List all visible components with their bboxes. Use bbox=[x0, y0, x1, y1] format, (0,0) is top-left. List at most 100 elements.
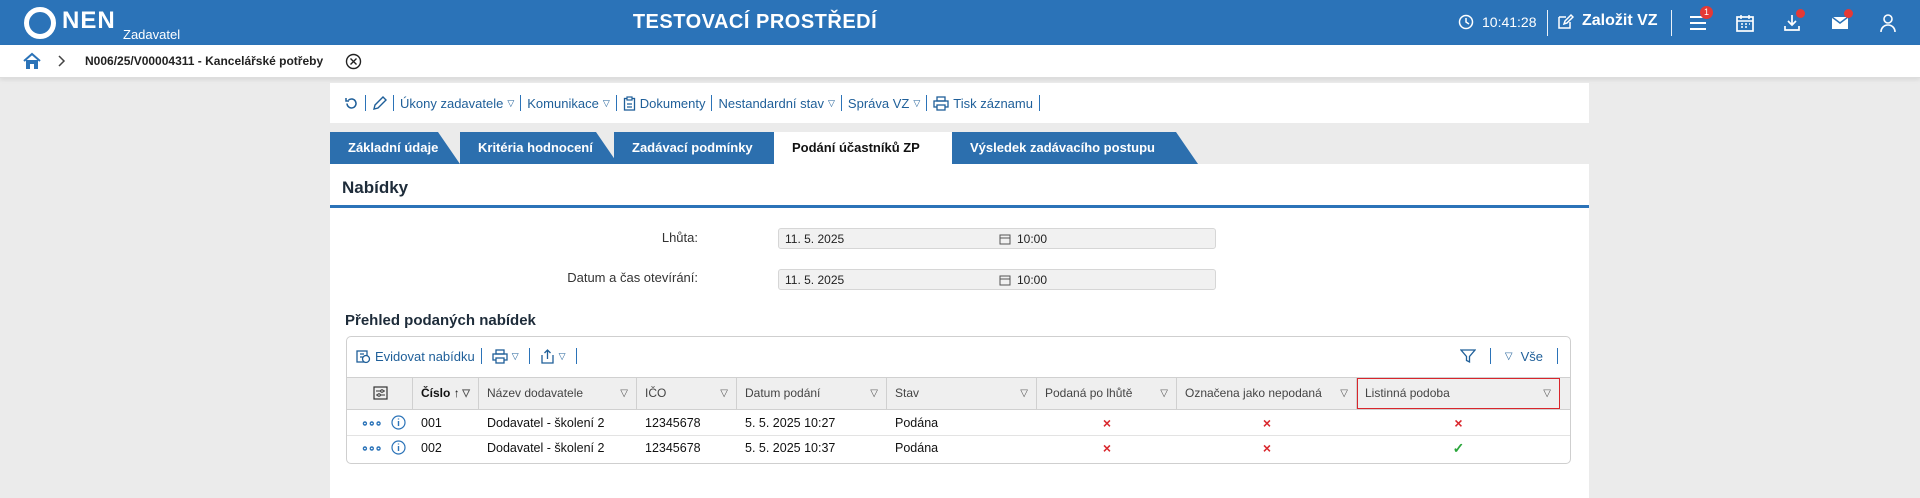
chevron-right-icon bbox=[58, 55, 66, 70]
column-header-cislo[interactable]: Číslo ↑ ▽ bbox=[413, 378, 479, 409]
create-vz-button[interactable]: Založit VZ bbox=[1557, 12, 1658, 30]
tab-zakladni-udaje[interactable]: Základní údaje bbox=[330, 132, 460, 164]
register-icon bbox=[356, 350, 371, 364]
column-header-nazev[interactable]: Název dodavatele ▽ bbox=[479, 378, 637, 409]
grid-filter-controls: ▽ Vše bbox=[1459, 348, 1564, 364]
filter-arrow-icon[interactable]: ▽ bbox=[620, 378, 628, 409]
cross-icon: × bbox=[1262, 415, 1272, 431]
toolbar-divider bbox=[1038, 95, 1040, 111]
toolbar-label: Úkony zadavatele bbox=[400, 95, 504, 111]
cell-nazev: Dodavatel - školení 2 bbox=[487, 416, 605, 430]
dropdown-arrow-icon: ▽ bbox=[828, 97, 835, 108]
edit-button[interactable] bbox=[366, 95, 393, 111]
grid-toolbar: Evidovat nabídku ▽ ▽ ▽ Vše bbox=[347, 337, 1570, 375]
ukony-zadavatele-menu[interactable]: Úkony zadavatele ▽ bbox=[394, 96, 520, 111]
calendar-button[interactable] bbox=[1735, 13, 1755, 33]
filter-arrow-icon[interactable]: ▽ bbox=[1505, 351, 1513, 362]
toolbar-label: Nestandardní stav bbox=[718, 95, 824, 111]
column-header-stav[interactable]: Stav ▽ bbox=[887, 378, 1037, 409]
tab-vysledek-zadavaciho-postupu[interactable]: Výsledek zadávacího postupu bbox=[952, 132, 1198, 164]
clock-icon bbox=[1458, 14, 1474, 30]
refresh-icon bbox=[345, 97, 357, 109]
printer-icon bbox=[933, 95, 949, 111]
opening-field[interactable]: 11. 5. 2025 10:00 bbox=[778, 269, 1216, 290]
cross-icon: × bbox=[1102, 415, 1112, 431]
panel-title: Nabídky bbox=[342, 178, 409, 197]
tab-kriteria-hodnoceni[interactable]: Kritéria hodnocení bbox=[460, 132, 618, 164]
column-header-ico[interactable]: IČO ▽ bbox=[637, 378, 737, 409]
column-label: Číslo bbox=[421, 386, 451, 400]
row-actions: ∘∘∘ bbox=[353, 436, 413, 461]
cell-ico: 12345678 bbox=[645, 416, 701, 430]
grid-header: Číslo ↑ ▽ Název dodavatele ▽ IČO ▽ Datum po… bbox=[347, 377, 1570, 410]
opening-date: 11. 5. 2025 bbox=[785, 272, 845, 287]
column-header-po-lhute[interactable]: Podaná po lhůtě ▽ bbox=[1037, 378, 1177, 409]
dokumenty-button[interactable]: Dokumenty bbox=[617, 96, 712, 111]
breadcrumb: N006/25/V00004311 - Kancelářské potřeby bbox=[0, 45, 1920, 78]
dropdown-arrow-icon: ▽ bbox=[913, 97, 921, 108]
tisk-zaznamu-button[interactable]: Tisk záznamu bbox=[927, 96, 1039, 111]
sprava-vz-menu[interactable]: Správa VZ ▽ bbox=[842, 96, 926, 111]
info-icon[interactable] bbox=[391, 415, 406, 430]
column-header-nepodana[interactable]: Označena jako nepodaná ▽ bbox=[1177, 378, 1357, 409]
messages-button[interactable] bbox=[1830, 9, 1853, 33]
filter-arrow-icon[interactable]: ▽ bbox=[1160, 378, 1168, 409]
export-menu[interactable]: ▽ bbox=[536, 348, 570, 364]
table-row[interactable]: ∘∘∘ 001 Dodavatel - školení 2 12345678 5… bbox=[347, 411, 1570, 436]
menu-button[interactable]: 1 bbox=[1688, 6, 1714, 33]
deadline-label: Lhůta: bbox=[661, 230, 698, 245]
offers-grid: Evidovat nabídku ▽ ▽ ▽ Vše Číslo ↑ ▽ Náz… bbox=[346, 336, 1571, 464]
print-menu[interactable]: ▽ bbox=[488, 348, 523, 364]
filter-arrow-icon[interactable]: ▽ bbox=[720, 378, 728, 409]
filter-all-label[interactable]: Vše bbox=[1521, 349, 1543, 364]
info-icon[interactable] bbox=[391, 440, 406, 455]
cell-nazev: Dodavatel - školení 2 bbox=[487, 441, 605, 455]
cell-stav: Podána bbox=[895, 441, 939, 455]
settings-sliders-icon bbox=[373, 386, 388, 400]
dropdown-arrow-icon: ▽ bbox=[511, 350, 519, 361]
session-timer: 10:41:28 bbox=[1458, 14, 1537, 30]
column-header-datum[interactable]: Datum podání ▽ bbox=[737, 378, 887, 409]
notification-dot bbox=[1844, 9, 1853, 18]
cross-icon: × bbox=[1102, 440, 1112, 456]
column-label: Podaná po lhůtě bbox=[1045, 386, 1133, 400]
calendar-icon bbox=[1736, 15, 1754, 32]
home-button[interactable] bbox=[23, 52, 41, 73]
environment-title: TESTOVACÍ PROSTŘEDÍ bbox=[632, 11, 878, 33]
cell-datum: 5. 5. 2025 10:37 bbox=[745, 441, 836, 455]
deadline-date: 11. 5. 2025 bbox=[785, 231, 845, 246]
user-button[interactable] bbox=[1878, 13, 1898, 33]
column-settings-button[interactable] bbox=[347, 378, 413, 409]
register-offer-button[interactable]: Evidovat nabídku bbox=[355, 348, 475, 364]
komunikace-menu[interactable]: Komunikace ▽ bbox=[521, 96, 615, 111]
close-breadcrumb-button[interactable] bbox=[345, 53, 362, 73]
deadline-time: 10:00 bbox=[1017, 231, 1048, 246]
filter-arrow-icon[interactable]: ▽ bbox=[1340, 378, 1348, 409]
refresh-button[interactable] bbox=[338, 96, 365, 111]
column-label: Listinná podoba bbox=[1365, 386, 1450, 400]
column-label: Datum podání bbox=[745, 386, 821, 400]
toolbar-label: Komunikace bbox=[527, 95, 599, 111]
filter-arrow-icon[interactable]: ▽ bbox=[462, 378, 470, 409]
more-options-icon[interactable]: ∘∘∘ bbox=[361, 416, 383, 430]
edit-icon bbox=[1558, 13, 1574, 29]
nestandardni-stav-menu[interactable]: Nestandardní stav ▽ bbox=[712, 96, 840, 111]
filter-arrow-icon[interactable]: ▽ bbox=[870, 378, 878, 409]
filter-arrow-icon[interactable]: ▽ bbox=[1543, 378, 1551, 409]
breadcrumb-title[interactable]: N006/25/V00004311 - Kancelářské potřeby bbox=[85, 54, 323, 68]
tab-podani-ucastniku[interactable]: Podání účastníků ZP bbox=[774, 132, 980, 164]
column-header-listinna[interactable]: Listinná podoba ▽ bbox=[1357, 378, 1560, 409]
deadline-field[interactable]: 11. 5. 2025 10:00 bbox=[778, 228, 1216, 249]
cross-icon: × bbox=[1262, 440, 1272, 456]
filter-icon[interactable] bbox=[1459, 348, 1476, 364]
toolbar-divider bbox=[528, 348, 530, 364]
cell-cislo: 001 bbox=[421, 416, 442, 430]
more-options-icon[interactable]: ∘∘∘ bbox=[361, 441, 383, 455]
offers-panel: Nabídky Lhůta: 11. 5. 2025 10:00 Datum a… bbox=[330, 164, 1589, 498]
toolbar-divider bbox=[1557, 348, 1558, 364]
download-button[interactable] bbox=[1782, 9, 1805, 33]
table-row[interactable]: ∘∘∘ 002 Dodavatel - školení 2 12345678 5… bbox=[347, 436, 1570, 461]
dropdown-arrow-icon: ▽ bbox=[558, 350, 566, 361]
filter-arrow-icon[interactable]: ▽ bbox=[1020, 378, 1028, 409]
column-label: Název dodavatele bbox=[487, 386, 584, 400]
